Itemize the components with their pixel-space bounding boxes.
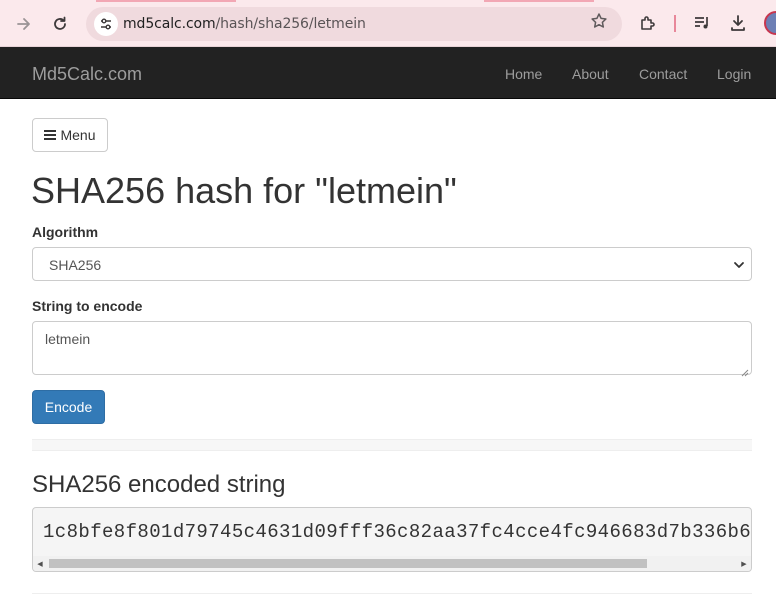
forward-arrow-icon[interactable] [12, 12, 36, 36]
tab-indicator [96, 0, 236, 2]
menu-button-label: Menu [60, 127, 96, 143]
hash-output[interactable]: 1c8bfe8f801d79745c4631d09fff36c82aa37fc4… [32, 507, 752, 572]
site-brand[interactable]: Md5Calc.com [32, 64, 142, 85]
chevron-down-icon [733, 258, 745, 270]
puzzle-icon[interactable] [637, 12, 659, 34]
string-label: String to encode [32, 298, 143, 314]
hamburger-icon [44, 130, 57, 140]
star-icon[interactable] [590, 12, 608, 35]
algorithm-label: Algorithm [32, 224, 99, 240]
menu-button[interactable]: Menu [32, 118, 108, 152]
scroll-left-icon[interactable]: ◀ [36, 559, 44, 568]
result-heading: SHA256 encoded string [32, 471, 286, 498]
nav-link-about[interactable]: About [572, 66, 609, 82]
media-queue-icon[interactable] [691, 12, 713, 34]
hash-value[interactable]: 1c8bfe8f801d79745c4631d09fff36c82aa37fc4… [43, 521, 751, 543]
url-path: /hash/sha256/letmein [215, 16, 366, 32]
nav-link-contact[interactable]: Contact [639, 66, 687, 82]
scrollbar-thumb[interactable] [49, 559, 647, 568]
site-navbar: Md5Calc.com Home About Contact Login [0, 47, 776, 99]
profile-avatar[interactable] [764, 11, 776, 35]
horizontal-scrollbar[interactable]: ◀ ▶ [33, 556, 751, 571]
nav-link-home[interactable]: Home [505, 66, 542, 82]
algorithm-selected-value: SHA256 [49, 257, 102, 273]
algorithm-select[interactable]: SHA256 [32, 247, 752, 281]
resize-handle-icon[interactable] [741, 364, 749, 377]
nav-link-login[interactable]: Login [717, 66, 751, 82]
string-input-value: letmein [45, 331, 91, 347]
bottom-divider [32, 593, 752, 594]
address-bar[interactable]: md5calc.com/hash/sha256/letmein [86, 7, 622, 41]
encode-button[interactable]: Encode [32, 390, 105, 424]
section-divider [32, 439, 752, 451]
scroll-right-icon[interactable]: ▶ [740, 559, 748, 568]
site-info-icon[interactable] [94, 12, 118, 36]
url-host: md5calc.com [123, 16, 216, 32]
reload-icon[interactable] [48, 12, 72, 36]
tab-indicator [484, 0, 594, 2]
string-input[interactable]: letmein [32, 321, 752, 377]
toolbar-divider [674, 15, 676, 32]
browser-toolbar: md5calc.com/hash/sha256/letmein [0, 0, 776, 47]
download-icon[interactable] [727, 12, 749, 34]
url-text[interactable]: md5calc.com/hash/sha256/letmein [123, 16, 366, 32]
page-title: SHA256 hash for "letmein" [31, 170, 457, 211]
